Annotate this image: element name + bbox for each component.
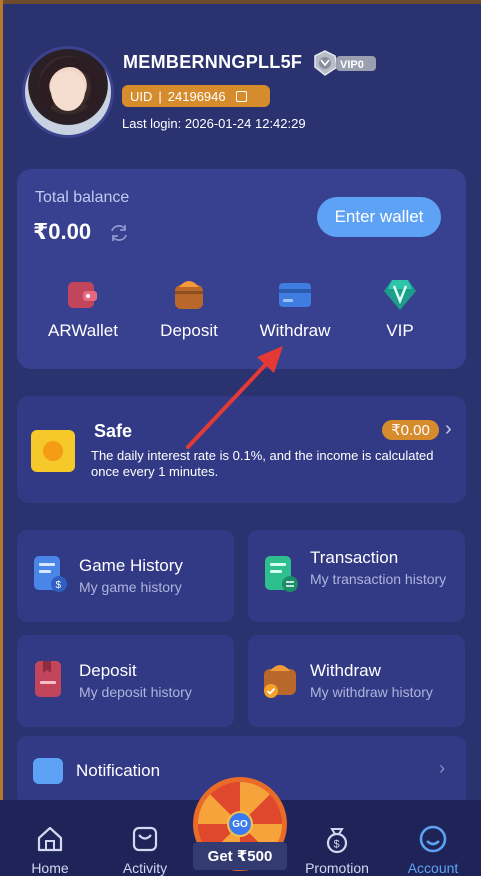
uid-value: 24196946 — [167, 88, 226, 104]
transaction-icon — [265, 556, 298, 592]
tile-subtitle: My transaction history — [310, 571, 447, 587]
balance-card: Total balance ₹0.00 Enter wallet ARWalle… — [17, 169, 466, 369]
action-withdraw[interactable]: Withdraw — [245, 277, 345, 341]
deposit-icon — [175, 281, 203, 309]
withdraw-history-icon — [264, 665, 296, 698]
wheel-go: GO — [227, 811, 253, 837]
action-label: Withdraw — [259, 321, 331, 340]
action-label: Deposit — [160, 321, 218, 340]
svg-text:$: $ — [56, 580, 62, 591]
tile-game-history[interactable]: $ Game History My game history — [17, 530, 234, 622]
tile-title: Game History — [79, 556, 183, 575]
tab-account[interactable]: Account — [385, 800, 481, 876]
safe-description: The daily interest rate is 0.1%, and the… — [91, 448, 434, 479]
left-edge — [0, 0, 3, 876]
action-arwallet[interactable]: ARWallet — [33, 277, 133, 341]
safe-title: Safe — [94, 421, 133, 441]
action-label: VIP — [386, 321, 414, 340]
action-label: ARWallet — [48, 321, 118, 340]
enter-wallet-button[interactable]: Enter wallet — [317, 197, 441, 237]
tab-home[interactable]: Home — [2, 800, 98, 876]
username: MEMBERNNGPLL5F — [123, 52, 303, 72]
tab-label: Account — [407, 860, 459, 876]
copy-icon[interactable] — [235, 90, 247, 102]
uid-label: UID — [130, 88, 153, 104]
account-icon — [419, 825, 447, 853]
tile-title: Deposit — [79, 661, 137, 680]
last-login: Last login: 2026-01-24 12:42:29 — [122, 116, 306, 131]
tile-subtitle: My deposit history — [79, 684, 192, 700]
deposit-history-icon — [35, 661, 61, 697]
svg-text:$: $ — [334, 839, 340, 851]
safe-box-icon — [31, 430, 75, 472]
tile-subtitle: My withdraw history — [310, 684, 433, 700]
tab-label: Promotion — [305, 860, 369, 876]
home-icon — [37, 826, 63, 852]
tab-promotion[interactable]: $ Promotion — [289, 800, 385, 876]
tab-activity[interactable]: Activity — [97, 800, 193, 876]
tile-title: Transaction — [310, 548, 399, 567]
vip-badge-label: VIP0 — [340, 59, 364, 71]
total-balance-amount: ₹0.00 — [33, 219, 92, 244]
total-balance-label: Total balance — [35, 189, 130, 206]
tile-transaction[interactable]: Transaction My transaction history — [248, 530, 465, 622]
wallet-icon — [68, 282, 97, 308]
withdraw-card-icon — [279, 283, 311, 307]
vip-diamond-icon — [384, 280, 416, 310]
tile-title: Withdraw — [310, 661, 381, 680]
notification-label: Notification — [76, 761, 161, 780]
tile-deposit-history[interactable]: Deposit My deposit history — [17, 635, 234, 727]
avatar[interactable] — [22, 46, 114, 138]
tab-label: Home — [31, 860, 69, 876]
chevron-right-icon[interactable]: › — [445, 418, 452, 441]
activity-icon — [132, 826, 158, 852]
top-strip — [0, 0, 481, 4]
get-bonus-button[interactable]: Get ₹500 — [193, 842, 287, 870]
uid-separator: | — [158, 88, 162, 104]
chevron-right-icon: › — [439, 758, 445, 778]
action-vip[interactable]: VIP — [350, 277, 450, 341]
notification-icon — [33, 758, 63, 784]
avatar-face — [51, 71, 85, 111]
safe-amount: ₹0.00 — [382, 420, 439, 440]
tab-label: Activity — [122, 860, 168, 876]
vip-badge: VIP0 — [314, 50, 376, 76]
promotion-icon: $ — [326, 828, 348, 854]
uid-badge[interactable]: UID | 24196946 — [122, 85, 270, 107]
refresh-icon[interactable] — [109, 224, 129, 242]
tile-withdraw-history[interactable]: Withdraw My withdraw history — [248, 635, 465, 727]
action-deposit[interactable]: Deposit — [139, 277, 239, 341]
tile-subtitle: My game history — [79, 579, 182, 595]
safe-card[interactable]: Safe ₹0.00 › The daily interest rate is … — [17, 396, 466, 503]
game-history-icon: $ — [34, 556, 67, 592]
